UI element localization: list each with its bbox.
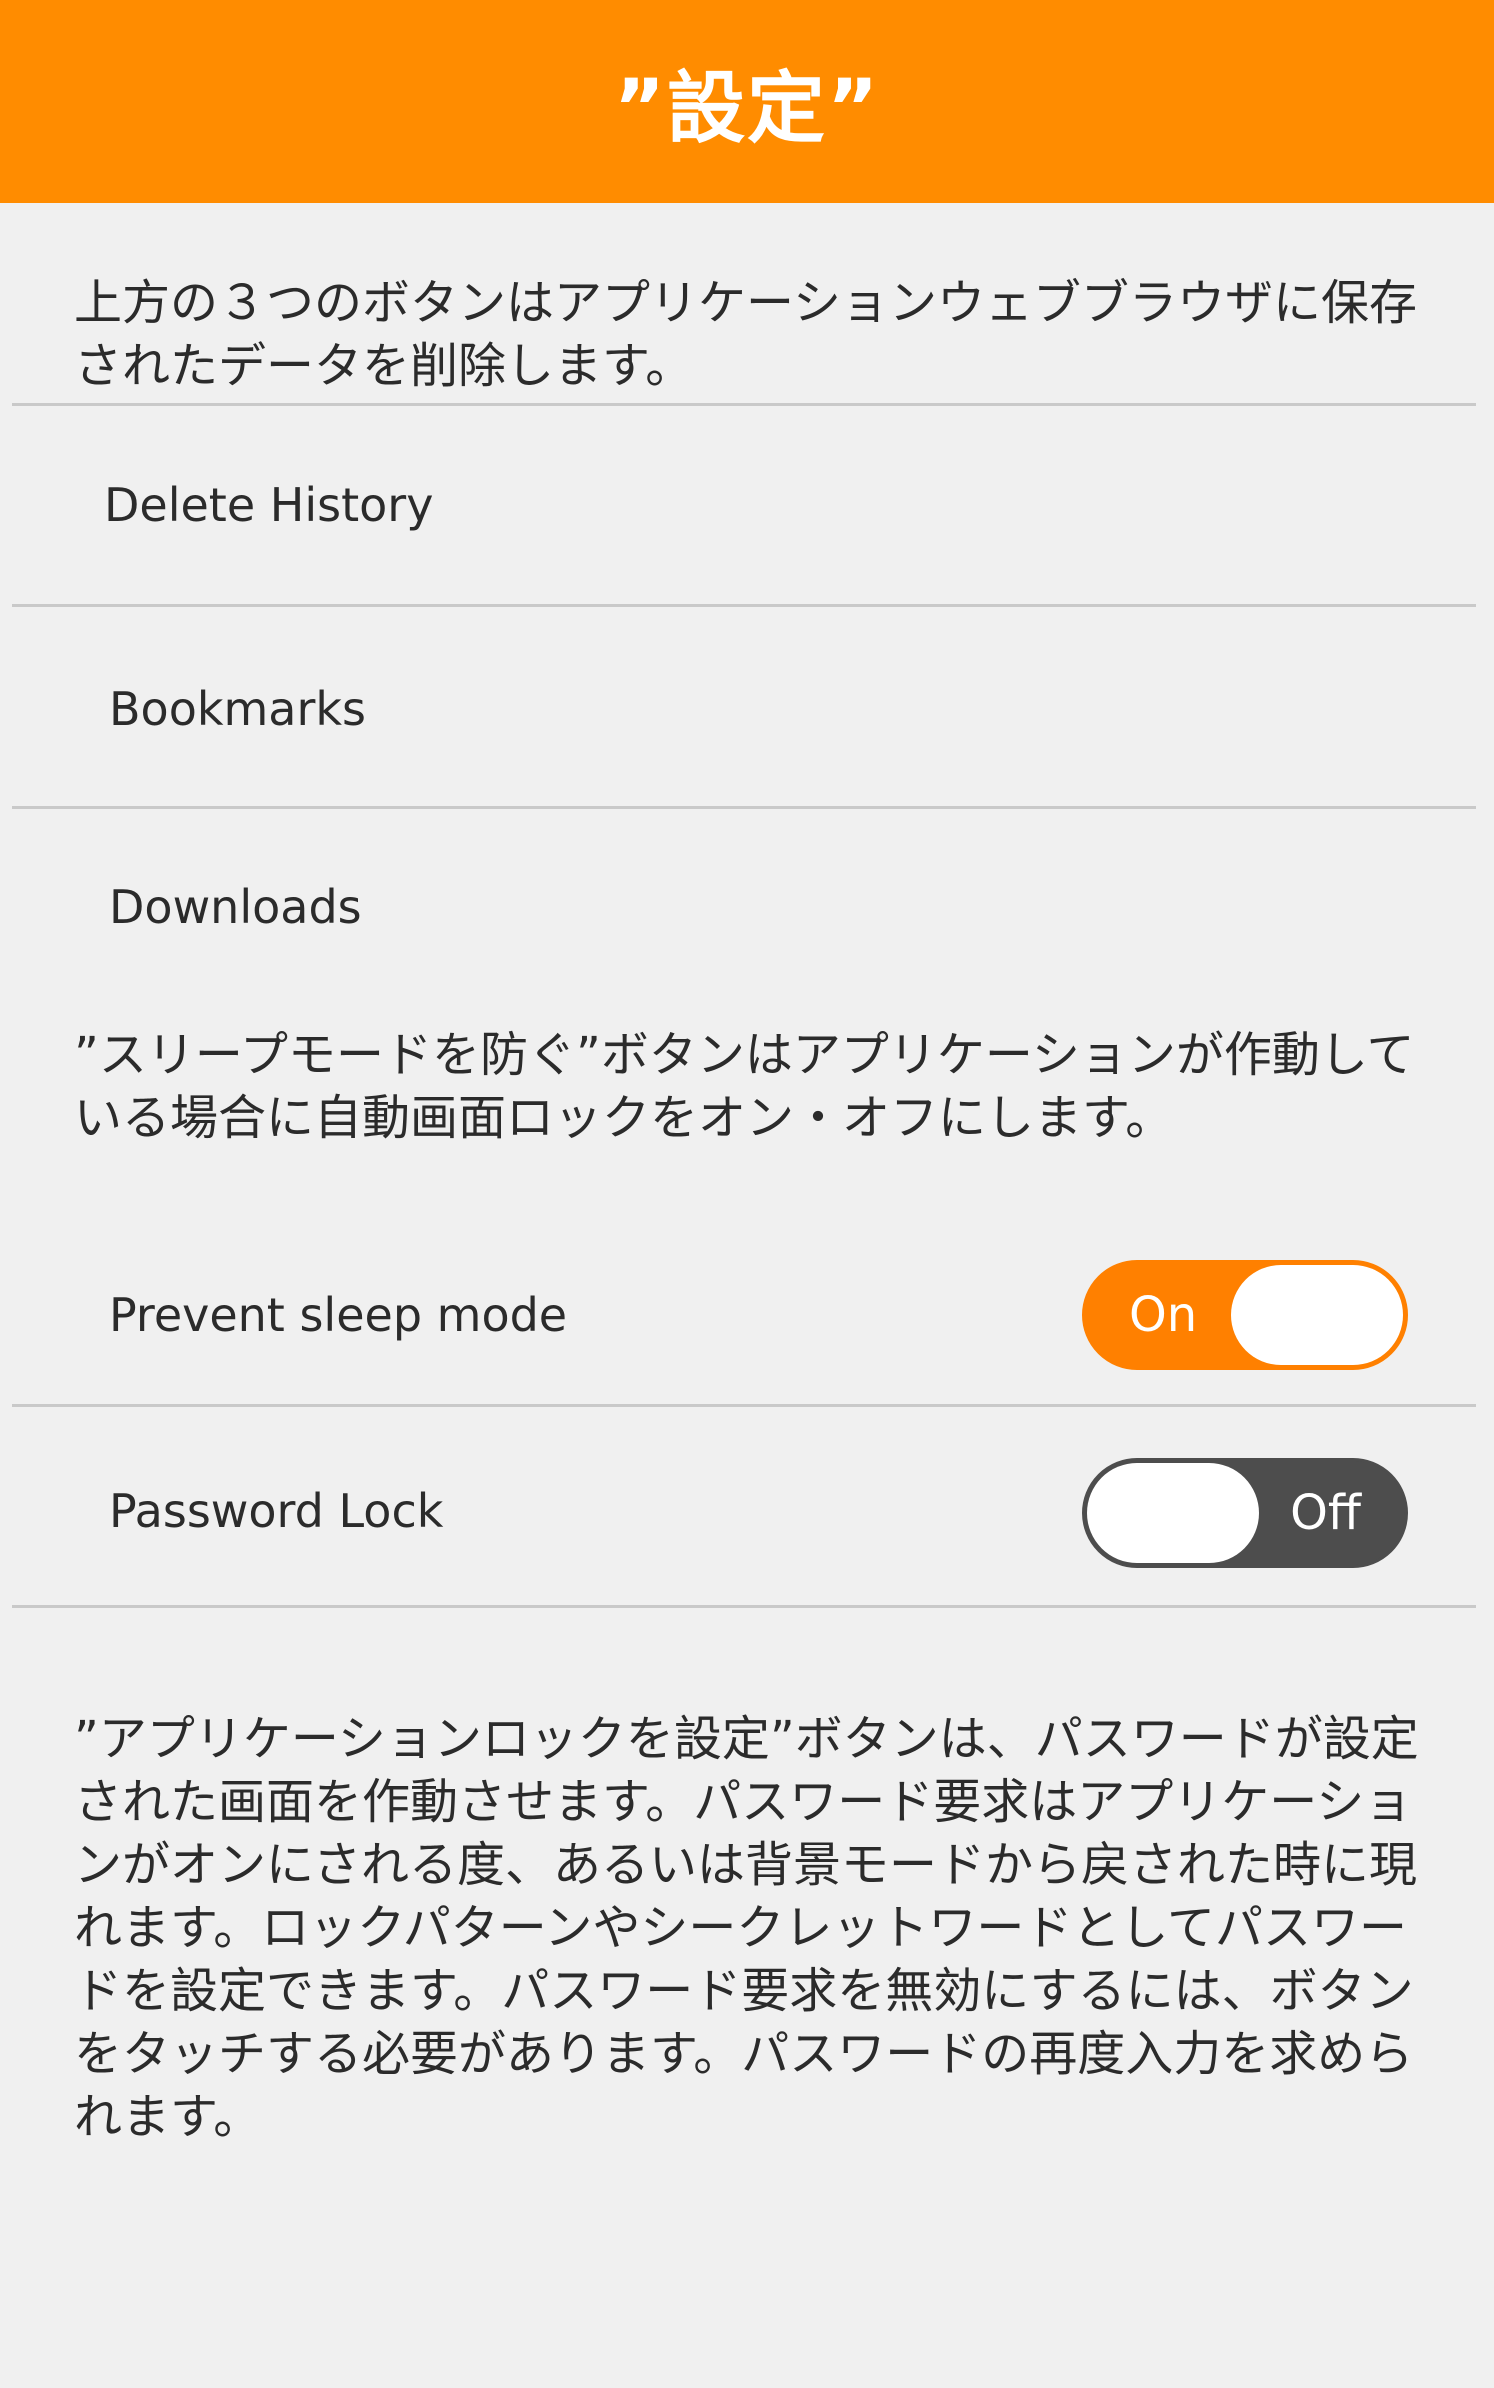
downloads-button[interactable]: Downloads xyxy=(109,877,362,937)
divider xyxy=(12,1605,1476,1608)
toggle-knob xyxy=(1231,1265,1403,1365)
password-lock-label: Password Lock xyxy=(109,1484,444,1538)
toggle-state-text: Off xyxy=(1290,1485,1361,1541)
prevent-sleep-label: Prevent sleep mode xyxy=(109,1288,568,1342)
intro-description: 上方の３つのボタンはアプリケーションウェブブラウザに保存されたデータを削除します… xyxy=(74,275,1418,394)
delete-history-button[interactable]: Delete History xyxy=(104,475,433,535)
divider xyxy=(12,806,1476,809)
divider xyxy=(12,604,1476,607)
toggle-state-text: On xyxy=(1129,1287,1198,1343)
divider xyxy=(12,1404,1476,1407)
app-lock-description: ”アプリケーションロックを設定”ボタンは、パスワードが設定された画面を作動させま… xyxy=(74,1711,1419,2145)
sleep-mode-description: ”スリープモードを防ぐ”ボタンはアプリケーションが作動している場合に自動画面ロッ… xyxy=(74,1027,1415,1146)
password-lock-toggle[interactable]: Off xyxy=(1082,1458,1408,1568)
page-title: ”設定” xyxy=(613,63,881,154)
header-bar: ”設定” xyxy=(0,0,1494,203)
prevent-sleep-toggle[interactable]: On xyxy=(1082,1260,1408,1370)
toggle-knob xyxy=(1087,1463,1259,1563)
divider xyxy=(12,403,1476,406)
bookmarks-button[interactable]: Bookmarks xyxy=(109,679,366,739)
